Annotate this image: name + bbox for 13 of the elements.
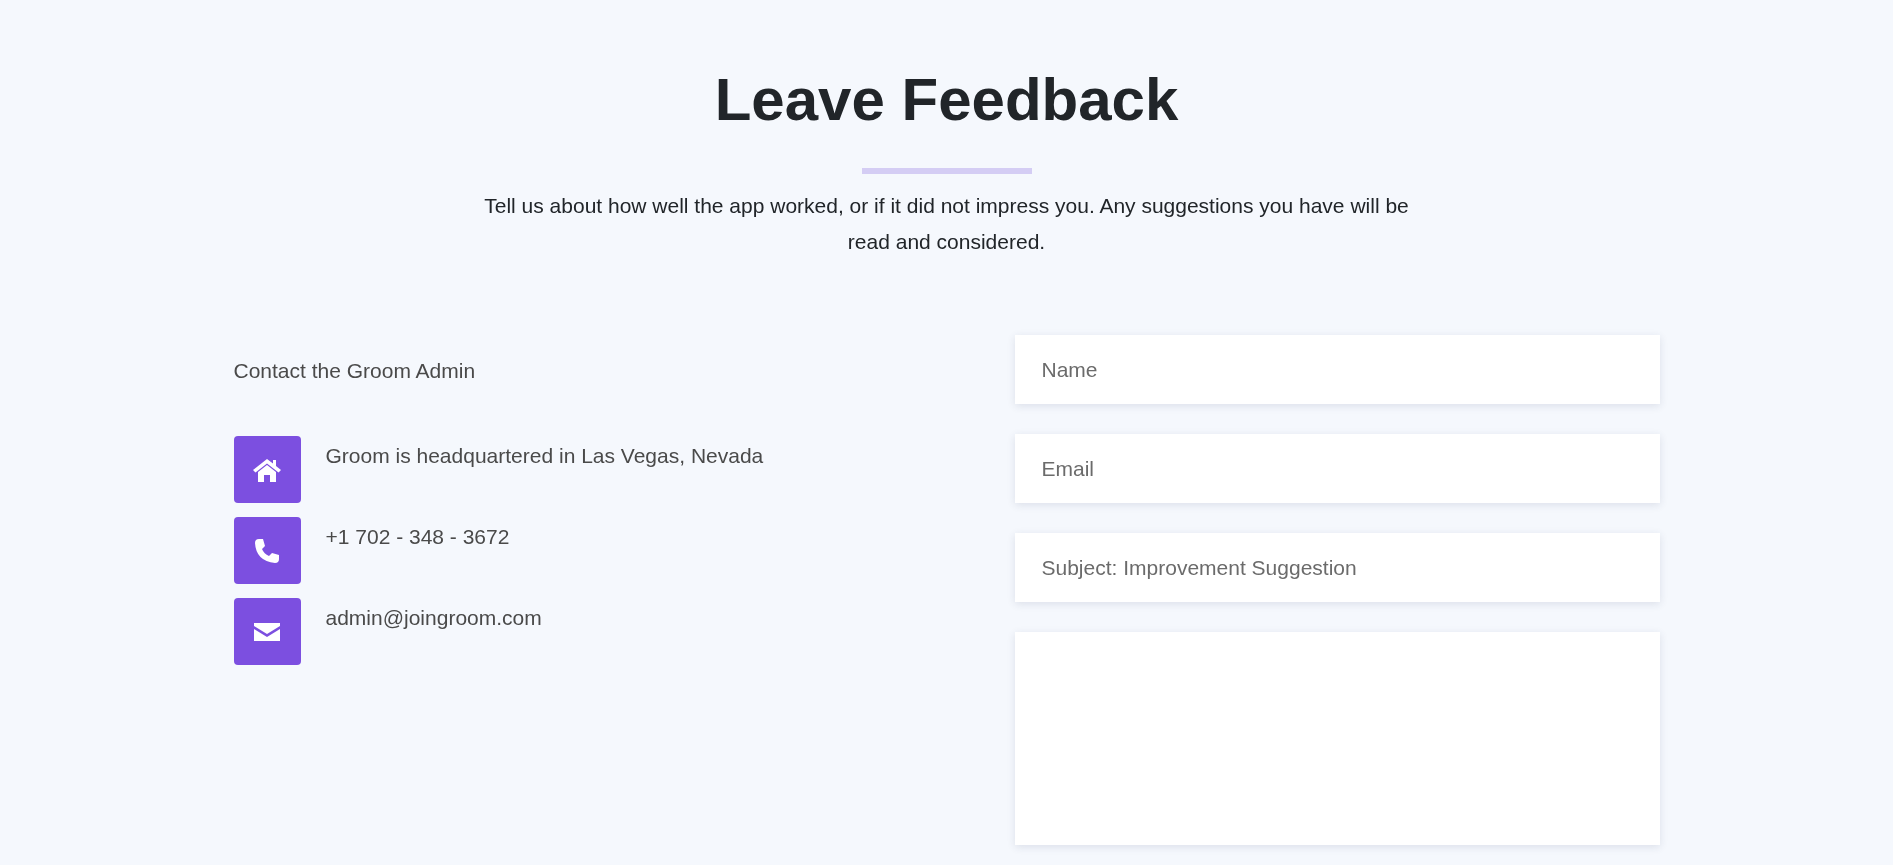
input-field[interactable]: Subject: Improvement Suggestion — [1014, 533, 1660, 602]
input-field[interactable]: Email — [1014, 434, 1660, 503]
intro-text: Tell us about how well the app worked, or if it did not impress you. Any suggestions you have will be read and considered. — [483, 193, 1410, 255]
page-title: Leave Feedback — [713, 65, 1180, 135]
message-field[interactable] — [1014, 632, 1660, 845]
envelope-icon — [253, 620, 281, 643]
house-icon — [252, 456, 282, 483]
contact-text: admin@joingroom.com — [325, 605, 542, 630]
contact-heading: Contact the Groom Admin — [233, 359, 476, 383]
input-field[interactable]: Name — [1014, 335, 1660, 404]
contact-text: +1 702 - 348 - 3672 — [325, 524, 510, 549]
contact-text: Groom is headquartered in Las Vegas, Nevada — [325, 443, 764, 468]
phone-icon — [253, 536, 281, 565]
